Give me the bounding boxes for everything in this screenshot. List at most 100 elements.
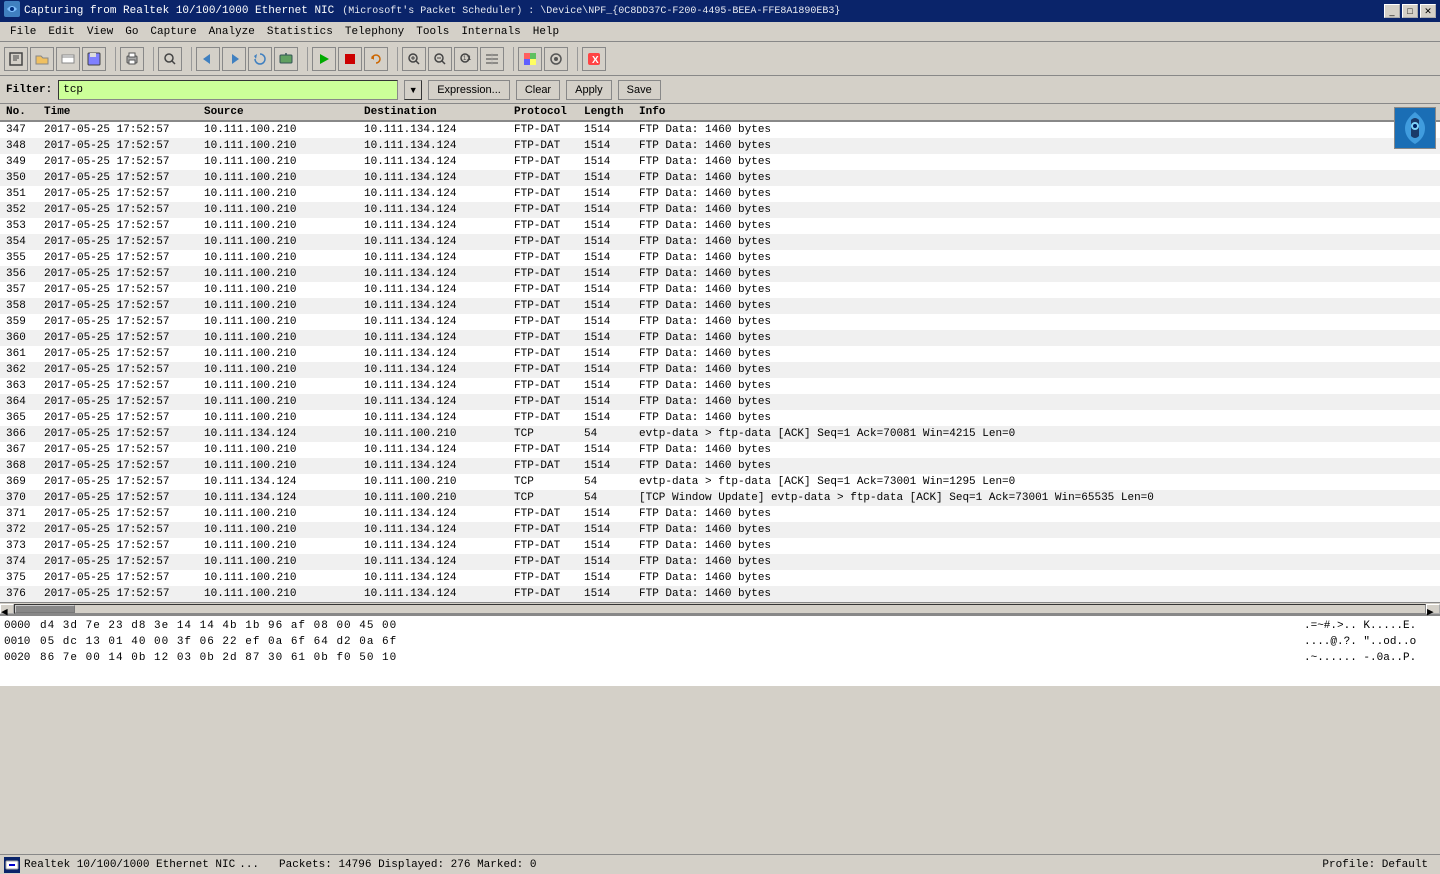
maximize-button[interactable]: □: [1402, 4, 1418, 18]
scroll-left-btn[interactable]: ◀: [0, 604, 14, 614]
packet-time: 2017-05-25 17:52:57: [44, 428, 204, 440]
table-row[interactable]: 356 2017-05-25 17:52:57 10.111.100.210 1…: [0, 266, 1440, 282]
menu-analyze[interactable]: Analyze: [203, 24, 261, 40]
packet-dest: 10.111.134.124: [364, 380, 514, 392]
table-row[interactable]: 350 2017-05-25 17:52:57 10.111.100.210 1…: [0, 170, 1440, 186]
close-cap-button[interactable]: [56, 47, 80, 71]
capture-interfaces-button[interactable]: [274, 47, 298, 71]
print-button[interactable]: [120, 47, 144, 71]
menu-file[interactable]: File: [4, 24, 42, 40]
stop-capture-button[interactable]: [338, 47, 362, 71]
table-row[interactable]: 348 2017-05-25 17:52:57 10.111.100.210 1…: [0, 138, 1440, 154]
table-row[interactable]: 363 2017-05-25 17:52:57 10.111.100.210 1…: [0, 378, 1440, 394]
menu-telephony[interactable]: Telephony: [339, 24, 410, 40]
hex-ascii: .~...... -.0a..P.: [1296, 652, 1436, 664]
packet-proto: FTP-DAT: [514, 572, 584, 584]
menu-help[interactable]: Help: [527, 24, 565, 40]
packet-no: 350: [4, 172, 44, 184]
minimize-button[interactable]: _: [1384, 4, 1400, 18]
packet-source: 10.111.100.210: [204, 524, 364, 536]
hex-offset: 0010: [4, 636, 40, 648]
table-row[interactable]: 359 2017-05-25 17:52:57 10.111.100.210 1…: [0, 314, 1440, 330]
filter-input[interactable]: [58, 80, 398, 100]
packet-dest: 10.111.134.124: [364, 572, 514, 584]
close-button[interactable]: ✕: [1420, 4, 1436, 18]
zoom-out-button[interactable]: [428, 47, 452, 71]
packet-len: 1514: [584, 236, 639, 248]
save-button[interactable]: [82, 47, 106, 71]
table-row[interactable]: 349 2017-05-25 17:52:57 10.111.100.210 1…: [0, 154, 1440, 170]
new-button[interactable]: [4, 47, 28, 71]
table-row[interactable]: 375 2017-05-25 17:52:57 10.111.100.210 1…: [0, 570, 1440, 586]
packet-dest: 10.111.134.124: [364, 556, 514, 568]
col-header-info: Info: [639, 106, 1436, 118]
horizontal-scrollbar[interactable]: ◀ ▶: [0, 602, 1440, 614]
table-row[interactable]: 367 2017-05-25 17:52:57 10.111.100.210 1…: [0, 442, 1440, 458]
table-row[interactable]: 366 2017-05-25 17:52:57 10.111.134.124 1…: [0, 426, 1440, 442]
table-row[interactable]: 374 2017-05-25 17:52:57 10.111.100.210 1…: [0, 554, 1440, 570]
preferences-button[interactable]: [544, 47, 568, 71]
help-button[interactable]: X: [582, 47, 606, 71]
packet-no: 370: [4, 492, 44, 504]
table-row[interactable]: 354 2017-05-25 17:52:57 10.111.100.210 1…: [0, 234, 1440, 250]
save-filter-button[interactable]: Save: [618, 80, 661, 100]
table-row[interactable]: 358 2017-05-25 17:52:57 10.111.100.210 1…: [0, 298, 1440, 314]
h-scrollbar-track[interactable]: [14, 604, 1426, 614]
packet-source: 10.111.100.210: [204, 252, 364, 264]
table-row[interactable]: 370 2017-05-25 17:52:57 10.111.134.124 1…: [0, 490, 1440, 506]
back-button[interactable]: [196, 47, 220, 71]
table-row[interactable]: 372 2017-05-25 17:52:57 10.111.100.210 1…: [0, 522, 1440, 538]
table-row[interactable]: 373 2017-05-25 17:52:57 10.111.100.210 1…: [0, 538, 1440, 554]
menu-capture[interactable]: Capture: [144, 24, 202, 40]
clear-button[interactable]: Clear: [516, 80, 560, 100]
table-row[interactable]: 347 2017-05-25 17:52:57 10.111.100.210 1…: [0, 122, 1440, 138]
table-row[interactable]: 355 2017-05-25 17:52:57 10.111.100.210 1…: [0, 250, 1440, 266]
menu-internals[interactable]: Internals: [455, 24, 526, 40]
start-capture-button[interactable]: [312, 47, 336, 71]
toolbar: 1:1 X: [0, 42, 1440, 76]
resize-cols-button[interactable]: [480, 47, 504, 71]
table-row[interactable]: 371 2017-05-25 17:52:57 10.111.100.210 1…: [0, 506, 1440, 522]
h-scrollbar-thumb[interactable]: [15, 605, 75, 613]
packet-proto: FTP-DAT: [514, 188, 584, 200]
table-row[interactable]: 353 2017-05-25 17:52:57 10.111.100.210 1…: [0, 218, 1440, 234]
table-row[interactable]: 368 2017-05-25 17:52:57 10.111.100.210 1…: [0, 458, 1440, 474]
packet-info: FTP Data: 1460 bytes: [639, 380, 1436, 392]
zoom-normal-button[interactable]: 1:1: [454, 47, 478, 71]
menu-view[interactable]: View: [81, 24, 119, 40]
packet-len: 1514: [584, 396, 639, 408]
nic-icon: [4, 857, 20, 873]
packet-no: 362: [4, 364, 44, 376]
table-row[interactable]: 369 2017-05-25 17:52:57 10.111.134.124 1…: [0, 474, 1440, 490]
reload-button[interactable]: [248, 47, 272, 71]
menu-tools[interactable]: Tools: [410, 24, 455, 40]
filter-dropdown-btn[interactable]: ▼: [404, 80, 422, 100]
table-row[interactable]: 352 2017-05-25 17:52:57 10.111.100.210 1…: [0, 202, 1440, 218]
zoom-in-button[interactable]: [402, 47, 426, 71]
table-row[interactable]: 357 2017-05-25 17:52:57 10.111.100.210 1…: [0, 282, 1440, 298]
menu-go[interactable]: Go: [119, 24, 144, 40]
open-button[interactable]: [30, 47, 54, 71]
table-row[interactable]: 364 2017-05-25 17:52:57 10.111.100.210 1…: [0, 394, 1440, 410]
table-row[interactable]: 362 2017-05-25 17:52:57 10.111.100.210 1…: [0, 362, 1440, 378]
restart-button[interactable]: [364, 47, 388, 71]
table-row[interactable]: 365 2017-05-25 17:52:57 10.111.100.210 1…: [0, 410, 1440, 426]
menu-statistics[interactable]: Statistics: [261, 24, 339, 40]
packet-no: 372: [4, 524, 44, 536]
menu-edit[interactable]: Edit: [42, 24, 80, 40]
packet-no: 374: [4, 556, 44, 568]
table-row[interactable]: 376 2017-05-25 17:52:57 10.111.100.210 1…: [0, 586, 1440, 602]
packet-list[interactable]: 347 2017-05-25 17:52:57 10.111.100.210 1…: [0, 122, 1440, 602]
coloring-rules-button[interactable]: [518, 47, 542, 71]
scroll-right-btn[interactable]: ▶: [1426, 604, 1440, 614]
forward-button[interactable]: [222, 47, 246, 71]
hex-bytes: 86 7e 00 14 0b 12 03 0b 2d 87 30 61 0b f…: [40, 652, 1296, 664]
apply-button[interactable]: Apply: [566, 80, 612, 100]
table-row[interactable]: 351 2017-05-25 17:52:57 10.111.100.210 1…: [0, 186, 1440, 202]
table-row[interactable]: 360 2017-05-25 17:52:57 10.111.100.210 1…: [0, 330, 1440, 346]
expression-button[interactable]: Expression...: [428, 80, 510, 100]
table-row[interactable]: 361 2017-05-25 17:52:57 10.111.100.210 1…: [0, 346, 1440, 362]
svg-text:1:1: 1:1: [463, 56, 472, 62]
hex-bytes: d4 3d 7e 23 d8 3e 14 14 4b 1b 96 af 08 0…: [40, 620, 1296, 632]
find-button[interactable]: [158, 47, 182, 71]
